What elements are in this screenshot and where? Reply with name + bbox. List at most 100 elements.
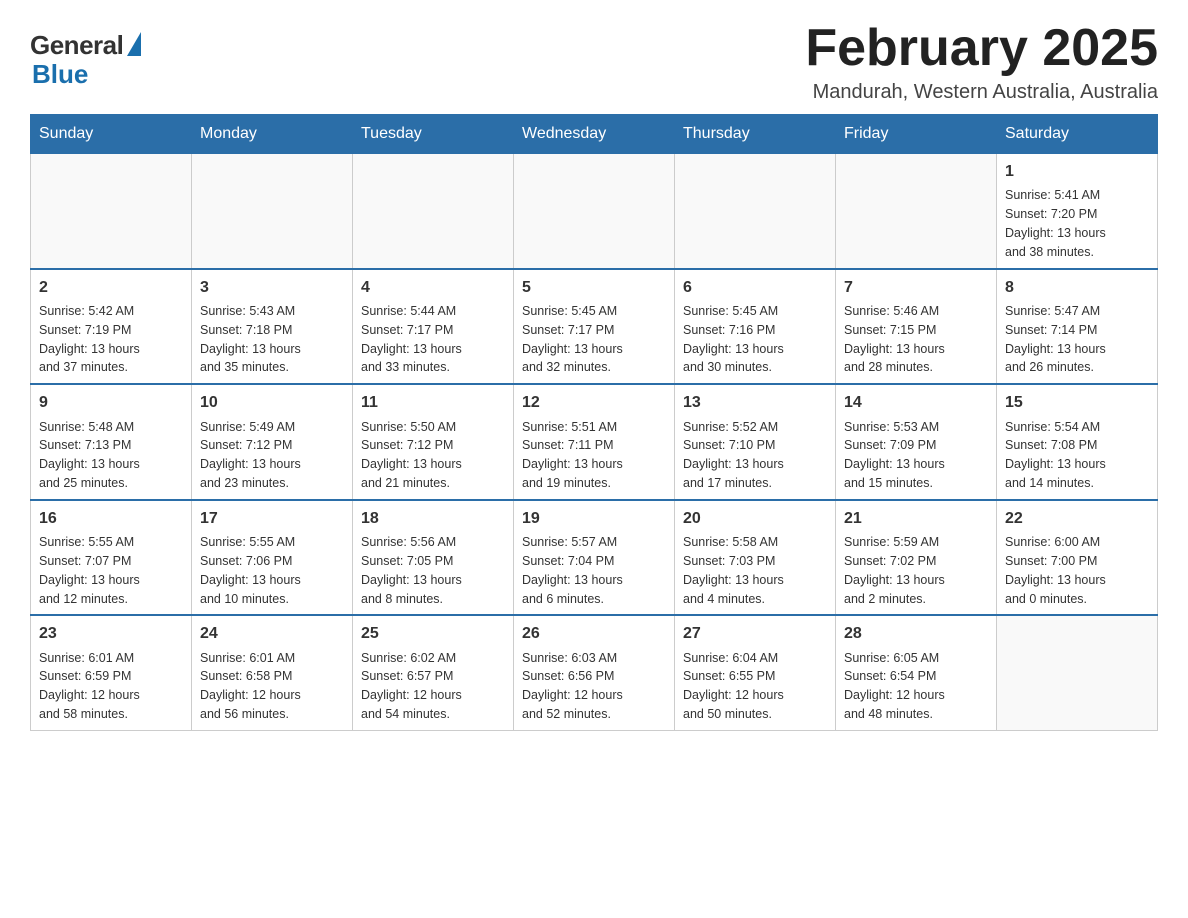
calendar-day-cell: 20 Sunrise: 5:58 AM Sunset: 7:03 PM Dayli… bbox=[675, 500, 836, 616]
calendar-day-cell bbox=[514, 154, 675, 269]
logo-general-text: General bbox=[30, 30, 123, 61]
calendar-day-cell: 15 Sunrise: 5:54 AM Sunset: 7:08 PM Dayli… bbox=[997, 384, 1158, 500]
day-number: 10 bbox=[200, 391, 344, 414]
day-number: 24 bbox=[200, 622, 344, 645]
page-header: General Blue February 2025 Mandurah, Wes… bbox=[30, 20, 1158, 104]
day-info: Sunrise: 5:44 AM Sunset: 7:17 PM Dayligh… bbox=[361, 304, 462, 375]
day-number: 26 bbox=[522, 622, 666, 645]
day-number: 11 bbox=[361, 391, 505, 414]
calendar-day-cell: 5Sunrise: 5:45 AM Sunset: 7:17 PM Daylig… bbox=[514, 269, 675, 385]
calendar-table: SundayMondayTuesdayWednesdayThursdayFrid… bbox=[30, 114, 1158, 731]
day-number: 21 bbox=[844, 507, 988, 530]
day-info: Sunrise: 5:42 AM Sunset: 7:19 PM Dayligh… bbox=[39, 304, 140, 375]
calendar-day-cell: 22 Sunrise: 6:00 AM Sunset: 7:00 PM Dayli… bbox=[997, 500, 1158, 616]
day-info: Sunrise: 5:47 AM Sunset: 7:14 PM Dayligh… bbox=[1005, 304, 1106, 375]
title-area: February 2025 Mandurah, Western Australi… bbox=[805, 20, 1158, 104]
calendar-day-cell: 6Sunrise: 5:45 AM Sunset: 7:16 PM Daylig… bbox=[675, 269, 836, 385]
day-info: Sunrise: 5:58 AM Sunset: 7:03 PM Dayligh… bbox=[683, 535, 784, 606]
day-number: 22 bbox=[1005, 507, 1149, 530]
calendar-week-row: 9 Sunrise: 5:48 AM Sunset: 7:13 PM Daylig… bbox=[31, 384, 1158, 500]
day-number: 28 bbox=[844, 622, 988, 645]
calendar-day-cell: 21 Sunrise: 5:59 AM Sunset: 7:02 PM Dayli… bbox=[836, 500, 997, 616]
day-number: 18 bbox=[361, 507, 505, 530]
day-info: Sunrise: 6:01 AM Sunset: 6:58 PM Dayligh… bbox=[200, 651, 301, 722]
day-info: Sunrise: 6:05 AM Sunset: 6:54 PM Dayligh… bbox=[844, 651, 945, 722]
day-number: 7 bbox=[844, 276, 988, 299]
calendar-day-cell: 28 Sunrise: 6:05 AM Sunset: 6:54 PM Dayli… bbox=[836, 615, 997, 730]
day-info: Sunrise: 6:00 AM Sunset: 7:00 PM Dayligh… bbox=[1005, 535, 1106, 606]
day-number: 20 bbox=[683, 507, 827, 530]
day-number: 16 bbox=[39, 507, 183, 530]
day-number: 6 bbox=[683, 276, 827, 299]
day-info: Sunrise: 6:03 AM Sunset: 6:56 PM Dayligh… bbox=[522, 651, 623, 722]
calendar-day-cell: 4 Sunrise: 5:44 AM Sunset: 7:17 PM Daylig… bbox=[353, 269, 514, 385]
day-number: 17 bbox=[200, 507, 344, 530]
day-info: Sunrise: 6:01 AM Sunset: 6:59 PM Dayligh… bbox=[39, 651, 140, 722]
calendar-day-cell: 14 Sunrise: 5:53 AM Sunset: 7:09 PM Dayli… bbox=[836, 384, 997, 500]
weekday-header-friday: Friday bbox=[836, 115, 997, 154]
calendar-day-cell bbox=[997, 615, 1158, 730]
day-info: Sunrise: 5:49 AM Sunset: 7:12 PM Dayligh… bbox=[200, 420, 301, 491]
day-number: 4 bbox=[361, 276, 505, 299]
logo-blue-text: Blue bbox=[32, 59, 88, 90]
weekday-header-wednesday: Wednesday bbox=[514, 115, 675, 154]
day-info: Sunrise: 5:53 AM Sunset: 7:09 PM Dayligh… bbox=[844, 420, 945, 491]
day-info: Sunrise: 5:52 AM Sunset: 7:10 PM Dayligh… bbox=[683, 420, 784, 491]
calendar-week-row: 16 Sunrise: 5:55 AM Sunset: 7:07 PM Dayli… bbox=[31, 500, 1158, 616]
day-info: Sunrise: 5:56 AM Sunset: 7:05 PM Dayligh… bbox=[361, 535, 462, 606]
calendar-day-cell: 2 Sunrise: 5:42 AM Sunset: 7:19 PM Daylig… bbox=[31, 269, 192, 385]
calendar-day-cell: 27 Sunrise: 6:04 AM Sunset: 6:55 PM Dayli… bbox=[675, 615, 836, 730]
day-number: 25 bbox=[361, 622, 505, 645]
calendar-header-row: SundayMondayTuesdayWednesdayThursdayFrid… bbox=[31, 115, 1158, 154]
day-info: Sunrise: 5:45 AM Sunset: 7:17 PM Dayligh… bbox=[522, 304, 623, 375]
day-info: Sunrise: 6:04 AM Sunset: 6:55 PM Dayligh… bbox=[683, 651, 784, 722]
day-number: 13 bbox=[683, 391, 827, 414]
calendar-day-cell: 1Sunrise: 5:41 AM Sunset: 7:20 PM Daylig… bbox=[997, 154, 1158, 269]
day-number: 15 bbox=[1005, 391, 1149, 414]
day-number: 2 bbox=[39, 276, 183, 299]
day-info: Sunrise: 5:48 AM Sunset: 7:13 PM Dayligh… bbox=[39, 420, 140, 491]
calendar-day-cell bbox=[675, 154, 836, 269]
calendar-day-cell: 3 Sunrise: 5:43 AM Sunset: 7:18 PM Daylig… bbox=[192, 269, 353, 385]
calendar-day-cell: 19 Sunrise: 5:57 AM Sunset: 7:04 PM Dayli… bbox=[514, 500, 675, 616]
calendar-day-cell: 23 Sunrise: 6:01 AM Sunset: 6:59 PM Dayli… bbox=[31, 615, 192, 730]
calendar-day-cell bbox=[192, 154, 353, 269]
day-number: 14 bbox=[844, 391, 988, 414]
day-info: Sunrise: 5:55 AM Sunset: 7:06 PM Dayligh… bbox=[200, 535, 301, 606]
weekday-header-tuesday: Tuesday bbox=[353, 115, 514, 154]
calendar-day-cell: 18 Sunrise: 5:56 AM Sunset: 7:05 PM Dayli… bbox=[353, 500, 514, 616]
day-info: Sunrise: 5:51 AM Sunset: 7:11 PM Dayligh… bbox=[522, 420, 623, 491]
day-number: 8 bbox=[1005, 276, 1149, 299]
weekday-header-sunday: Sunday bbox=[31, 115, 192, 154]
calendar-week-row: 1Sunrise: 5:41 AM Sunset: 7:20 PM Daylig… bbox=[31, 154, 1158, 269]
day-number: 19 bbox=[522, 507, 666, 530]
calendar-day-cell bbox=[353, 154, 514, 269]
calendar-day-cell: 13 Sunrise: 5:52 AM Sunset: 7:10 PM Dayli… bbox=[675, 384, 836, 500]
day-number: 27 bbox=[683, 622, 827, 645]
day-info: Sunrise: 5:43 AM Sunset: 7:18 PM Dayligh… bbox=[200, 304, 301, 375]
month-title: February 2025 bbox=[805, 20, 1158, 77]
weekday-header-saturday: Saturday bbox=[997, 115, 1158, 154]
calendar-week-row: 23 Sunrise: 6:01 AM Sunset: 6:59 PM Dayli… bbox=[31, 615, 1158, 730]
calendar-day-cell: 11 Sunrise: 5:50 AM Sunset: 7:12 PM Dayli… bbox=[353, 384, 514, 500]
calendar-day-cell: 16 Sunrise: 5:55 AM Sunset: 7:07 PM Dayli… bbox=[31, 500, 192, 616]
day-info: Sunrise: 5:59 AM Sunset: 7:02 PM Dayligh… bbox=[844, 535, 945, 606]
day-info: Sunrise: 5:50 AM Sunset: 7:12 PM Dayligh… bbox=[361, 420, 462, 491]
day-number: 12 bbox=[522, 391, 666, 414]
calendar-day-cell: 10 Sunrise: 5:49 AM Sunset: 7:12 PM Dayli… bbox=[192, 384, 353, 500]
day-info: Sunrise: 6:02 AM Sunset: 6:57 PM Dayligh… bbox=[361, 651, 462, 722]
day-info: Sunrise: 5:54 AM Sunset: 7:08 PM Dayligh… bbox=[1005, 420, 1106, 491]
calendar-day-cell: 12 Sunrise: 5:51 AM Sunset: 7:11 PM Dayli… bbox=[514, 384, 675, 500]
logo-triangle-icon bbox=[127, 32, 141, 56]
calendar-day-cell bbox=[836, 154, 997, 269]
day-number: 9 bbox=[39, 391, 183, 414]
calendar-day-cell: 7 Sunrise: 5:46 AM Sunset: 7:15 PM Daylig… bbox=[836, 269, 997, 385]
day-info: Sunrise: 5:55 AM Sunset: 7:07 PM Dayligh… bbox=[39, 535, 140, 606]
calendar-day-cell: 17 Sunrise: 5:55 AM Sunset: 7:06 PM Dayli… bbox=[192, 500, 353, 616]
day-info: Sunrise: 5:57 AM Sunset: 7:04 PM Dayligh… bbox=[522, 535, 623, 606]
calendar-week-row: 2 Sunrise: 5:42 AM Sunset: 7:19 PM Daylig… bbox=[31, 269, 1158, 385]
day-number: 3 bbox=[200, 276, 344, 299]
day-number: 23 bbox=[39, 622, 183, 645]
calendar-day-cell: 8 Sunrise: 5:47 AM Sunset: 7:14 PM Daylig… bbox=[997, 269, 1158, 385]
day-info: Sunrise: 5:46 AM Sunset: 7:15 PM Dayligh… bbox=[844, 304, 945, 375]
